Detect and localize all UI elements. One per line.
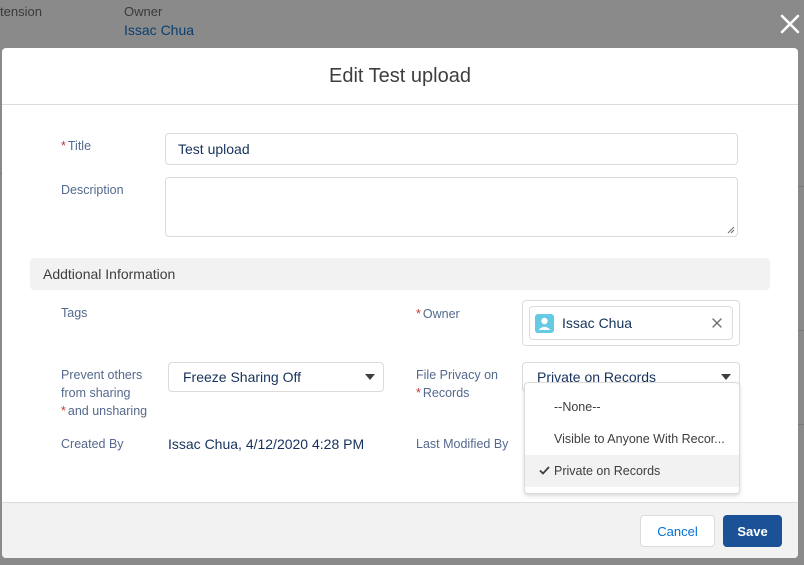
user-avatar-icon <box>535 314 554 333</box>
title-input[interactable]: Test upload <box>165 133 738 165</box>
option-label: Visible to Anyone With Recor... <box>554 432 725 446</box>
description-textarea[interactable] <box>165 177 738 237</box>
required-mark: * <box>61 139 66 153</box>
option-label: --None-- <box>554 400 601 414</box>
prevent-sharing-label-line1: Prevent others <box>61 368 143 382</box>
prevent-sharing-label: Prevent others from sharing * and unshari… <box>61 366 147 420</box>
section-title: Addtional Information <box>43 266 176 282</box>
bg-owner-link: Issac Chua <box>124 22 195 38</box>
bg-owner-label: Owner <box>124 4 163 19</box>
title-input-value: Test upload <box>178 141 250 157</box>
last-modified-by-label: Last Modified By <box>416 437 509 451</box>
modal-header: Edit Test upload <box>2 48 798 105</box>
owner-pill[interactable]: Issac Chua <box>529 306 733 340</box>
created-by-label: Created By <box>61 437 124 451</box>
option-label: Private on Records <box>554 464 661 478</box>
prevent-sharing-value: Freeze Sharing Off <box>183 369 302 385</box>
modal-footer: Cancel Save <box>2 502 798 558</box>
remove-pill-icon[interactable] <box>710 316 724 330</box>
title-label: * Title <box>61 137 91 155</box>
prevent-sharing-label-line3: and unsharing <box>67 404 148 418</box>
prevent-sharing-label-line2: from sharing <box>61 386 131 400</box>
owner-name: Issac Chua <box>562 315 633 331</box>
section-header: Addtional Information <box>30 258 770 290</box>
file-privacy-label-line1: File Privacy on <box>416 368 498 382</box>
resize-grip-icon[interactable] <box>727 226 735 234</box>
modal-title: Edit Test upload <box>329 64 471 87</box>
chevron-down-icon <box>365 374 375 380</box>
check-icon <box>539 466 550 475</box>
file-privacy-label: File Privacy on * Records <box>416 366 498 402</box>
bg-divider <box>798 186 804 187</box>
description-label: Description <box>61 183 124 197</box>
created-by-value: Issac Chua, 4/12/2020 4:28 PM <box>168 436 365 452</box>
owner-lookup[interactable]: Issac Chua <box>522 300 740 346</box>
dropdown-option-none[interactable]: --None-- <box>525 391 739 423</box>
required-mark: * <box>61 404 66 418</box>
dropdown-option-visible[interactable]: Visible to Anyone With Recor... <box>525 423 739 455</box>
bg-divider <box>798 330 804 331</box>
prevent-sharing-select[interactable]: Freeze Sharing Off <box>168 362 384 392</box>
dropdown-option-private[interactable]: Private on Records <box>525 455 739 487</box>
required-mark: * <box>416 386 421 400</box>
close-modal-button[interactable] <box>778 12 802 36</box>
edit-modal: Edit Test upload * Title Test upload Desc… <box>2 48 798 558</box>
bg-field-label: tension <box>0 4 42 19</box>
file-privacy-label-line2: Records <box>422 386 470 400</box>
file-privacy-dropdown: --None-- Visible to Anyone With Recor...… <box>524 382 740 494</box>
owner-label-text: Owner <box>422 307 460 321</box>
save-button[interactable]: Save <box>723 515 782 547</box>
chevron-down-icon <box>721 374 731 380</box>
required-mark: * <box>416 307 421 321</box>
tags-label: Tags <box>61 306 88 320</box>
title-label-text: Title <box>67 139 92 153</box>
cancel-button[interactable]: Cancel <box>640 515 715 547</box>
close-icon <box>780 14 800 34</box>
bg-divider <box>798 424 804 425</box>
owner-label: * Owner <box>416 305 460 323</box>
